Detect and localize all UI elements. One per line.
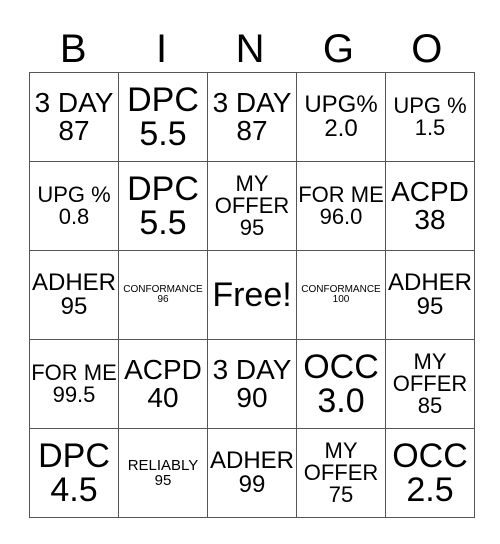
bingo-header: B I N G O <box>29 26 471 72</box>
bingo-cell[interactable]: FOR ME 99.5 <box>29 339 119 429</box>
bingo-cell[interactable]: UPG % 1.5 <box>385 72 475 162</box>
bingo-row: ADHER 95 CONFORMANCE 96 Free! CONFORMANCE 1… <box>29 250 475 340</box>
bingo-row: UPG % 0.8 DPC 5.5 MY OFFER 95 FOR ME 96.0 AC… <box>29 161 475 251</box>
bingo-cell[interactable]: ADHER 95 <box>385 250 475 340</box>
bingo-cell[interactable]: MY OFFER 95 <box>207 161 297 251</box>
bingo-cell[interactable]: ACPD 38 <box>385 161 475 251</box>
bingo-cell[interactable]: MY OFFER 85 <box>385 339 475 429</box>
bingo-cell[interactable]: CONFORMANCE 96 <box>118 250 208 340</box>
bingo-cell[interactable]: MY OFFER 75 <box>296 428 386 518</box>
bingo-cell[interactable]: OCC 2.5 <box>385 428 475 518</box>
bingo-cell[interactable]: 3 DAY 87 <box>29 72 119 162</box>
bingo-cell[interactable]: RELIABLY 95 <box>118 428 208 518</box>
header-letter-o: O <box>411 27 443 71</box>
bingo-cell[interactable]: DPC 5.5 <box>118 161 208 251</box>
bingo-cell[interactable]: ACPD 40 <box>118 339 208 429</box>
header-letter-g: G <box>322 27 354 71</box>
header-letter-b: B <box>59 27 87 71</box>
bingo-row: 3 DAY 87 DPC 5.5 3 DAY 87 UPG% 2.0 UPG % 1.5 <box>29 72 475 162</box>
bingo-cell[interactable]: OCC 3.0 <box>296 339 386 429</box>
bingo-cell[interactable]: DPC 5.5 <box>118 72 208 162</box>
bingo-cell[interactable]: ADHER 99 <box>207 428 297 518</box>
bingo-cell[interactable]: FOR ME 96.0 <box>296 161 386 251</box>
bingo-cell[interactable]: ADHER 95 <box>29 250 119 340</box>
header-letter-i: I <box>156 27 168 71</box>
bingo-row: FOR ME 99.5 ACPD 40 3 DAY 90 OCC 3.0 MY OFFE… <box>29 339 475 429</box>
header-letter-n: N <box>235 27 265 71</box>
free-space[interactable]: Free! <box>207 250 297 340</box>
bingo-cell[interactable]: UPG % 0.8 <box>29 161 119 251</box>
bingo-cell[interactable]: 3 DAY 90 <box>207 339 297 429</box>
bingo-cell[interactable]: CONFORMANCE 100 <box>296 250 386 340</box>
bingo-cell[interactable]: 3 DAY 87 <box>207 72 297 162</box>
bingo-cell[interactable]: DPC 4.5 <box>29 428 119 518</box>
bingo-card: 3 DAY 87 DPC 5.5 3 DAY 87 UPG% 2.0 UPG % 1.5… <box>29 72 475 518</box>
bingo-cell[interactable]: UPG% 2.0 <box>296 72 386 162</box>
bingo-row: DPC 4.5 RELIABLY 95 ADHER 99 MY OFFER 75 OCC… <box>29 428 475 518</box>
